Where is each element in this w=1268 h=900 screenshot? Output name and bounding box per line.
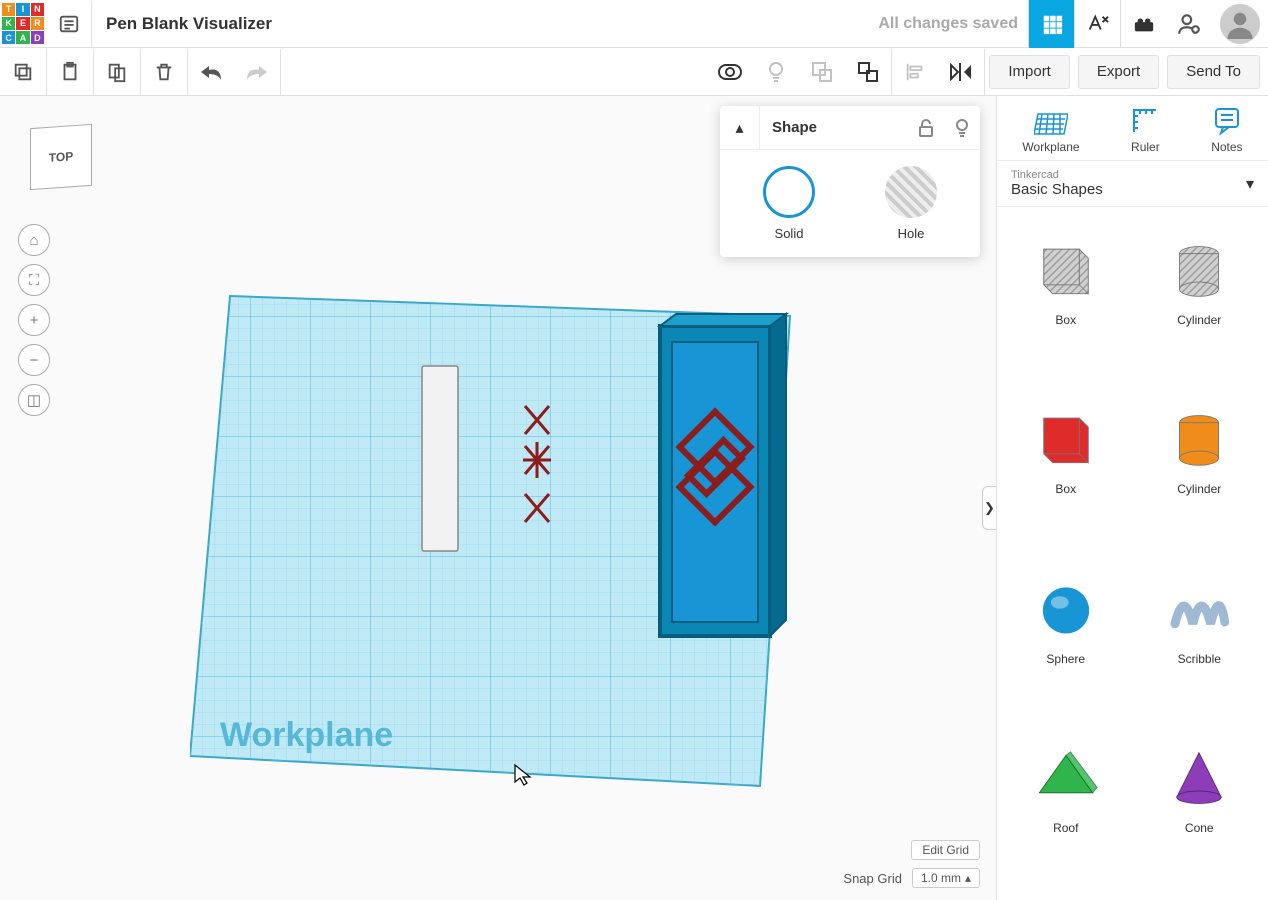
shape-label: Box	[1055, 313, 1076, 327]
export-button[interactable]: Export	[1078, 55, 1159, 89]
shape-thumb	[1159, 735, 1239, 815]
zoom-out-button[interactable]: −	[18, 344, 50, 376]
shape-label: Cylinder	[1177, 482, 1221, 496]
user-avatar[interactable]	[1220, 4, 1260, 44]
zoom-in-button[interactable]: +	[18, 304, 50, 336]
import-button[interactable]: Import	[989, 55, 1070, 89]
shape-label: Cone	[1185, 821, 1214, 835]
lock-icon[interactable]	[908, 119, 944, 137]
shape-label: Scribble	[1178, 652, 1221, 666]
workplane[interactable]: Workplane	[190, 196, 810, 816]
edit-grid-button[interactable]: Edit Grid	[911, 840, 980, 860]
mode-hole[interactable]: Hole	[885, 166, 937, 241]
workplane-label: Workplane	[220, 716, 393, 754]
visibility-toggle[interactable]	[707, 49, 753, 95]
snap-grid-label: Snap Grid	[843, 871, 902, 886]
inspector-title: Shape	[760, 119, 908, 136]
shape-thumb	[1159, 396, 1239, 476]
tool-ruler[interactable]: Ruler	[1130, 106, 1160, 154]
copy-button[interactable]	[0, 49, 46, 95]
delete-button[interactable]	[141, 49, 187, 95]
add-collaborator-icon[interactable]	[1166, 0, 1212, 48]
tool-workplane[interactable]: Workplane	[1022, 106, 1079, 154]
tinkercad-logo[interactable]: TIN KER CAD	[0, 1, 46, 47]
ungroup-button[interactable]	[845, 49, 891, 95]
chevron-down-icon: ▾	[1246, 174, 1254, 194]
shape-item-box-0[interactable]: Box	[1003, 219, 1129, 380]
shape-item-sphere-4[interactable]: Sphere	[1003, 558, 1129, 719]
shape-label: Cylinder	[1177, 313, 1221, 327]
save-status: All changes saved	[878, 15, 1028, 33]
shape-thumb	[1026, 396, 1106, 476]
group-button[interactable]	[799, 49, 845, 95]
snap-grid-select[interactable]: 1.0 mm▴	[912, 868, 980, 888]
mode-solid[interactable]: Solid	[763, 166, 815, 241]
shape-item-cylinder-3[interactable]: Cylinder	[1137, 388, 1263, 549]
tab-bricks[interactable]	[1120, 0, 1166, 48]
project-title[interactable]: Pen Blank Visualizer	[92, 14, 878, 34]
panel-collapse-handle[interactable]: ❯	[982, 486, 996, 530]
shape-item-scribble-5[interactable]: Scribble	[1137, 558, 1263, 719]
doc-list-icon[interactable]	[46, 1, 92, 47]
shape-item-cylinder-1[interactable]: Cylinder	[1137, 219, 1263, 380]
tool-notes[interactable]: Notes	[1211, 106, 1242, 154]
chevron-up-icon: ▴	[965, 871, 971, 885]
shape-thumb	[1159, 566, 1239, 646]
inspector-collapse-icon[interactable]: ▴	[720, 106, 760, 149]
right-panel: Workplane Ruler Notes Tinkercad Basic Sh…	[996, 96, 1268, 900]
duplicate-button[interactable]	[94, 49, 140, 95]
mode-hole-label: Hole	[898, 226, 925, 241]
lightbulb-icon[interactable]	[944, 118, 980, 138]
viewcube[interactable]: TOP	[30, 124, 92, 190]
ortho-toggle-button[interactable]: ◫	[18, 384, 50, 416]
home-view-button[interactable]: ⌂	[18, 224, 50, 256]
top-bar: TIN KER CAD Pen Blank Visualizer All cha…	[0, 0, 1268, 48]
shape-thumb	[1026, 735, 1106, 815]
shape-thumb	[1026, 566, 1106, 646]
mouse-cursor	[514, 764, 532, 786]
undo-button[interactable]	[188, 49, 234, 95]
shape-label: Box	[1055, 482, 1076, 496]
shape-label: Sphere	[1046, 652, 1085, 666]
shape-item-cone-7[interactable]: Cone	[1137, 727, 1263, 888]
shape-inspector: ▴ Shape Solid Hole	[720, 106, 980, 257]
tab-blocks[interactable]	[1074, 0, 1120, 48]
tab-3d-design[interactable]	[1028, 0, 1074, 48]
shape-library-grid: Box Cylinder Box Cylinder Sphere Scribble Roof…	[997, 207, 1268, 900]
shape-thumb	[1159, 227, 1239, 307]
shape-item-roof-6[interactable]: Roof	[1003, 727, 1129, 888]
toolbar: Import Export Send To	[0, 48, 1268, 96]
fit-view-button[interactable]: ⛶	[18, 264, 50, 296]
shape-item-box-2[interactable]: Box	[1003, 388, 1129, 549]
redo-button[interactable]	[234, 49, 280, 95]
paste-button[interactable]	[47, 49, 93, 95]
mode-solid-label: Solid	[775, 226, 804, 241]
shape-library-dropdown[interactable]: Tinkercad Basic Shapes ▾	[997, 161, 1268, 207]
send-to-button[interactable]: Send To	[1167, 55, 1260, 89]
shape-thumb	[1026, 227, 1106, 307]
light-button[interactable]	[753, 49, 799, 95]
mirror-button[interactable]	[938, 49, 984, 95]
shape-label: Roof	[1053, 821, 1078, 835]
align-button[interactable]	[892, 49, 938, 95]
canvas-viewport[interactable]: Workplane	[0, 96, 996, 900]
